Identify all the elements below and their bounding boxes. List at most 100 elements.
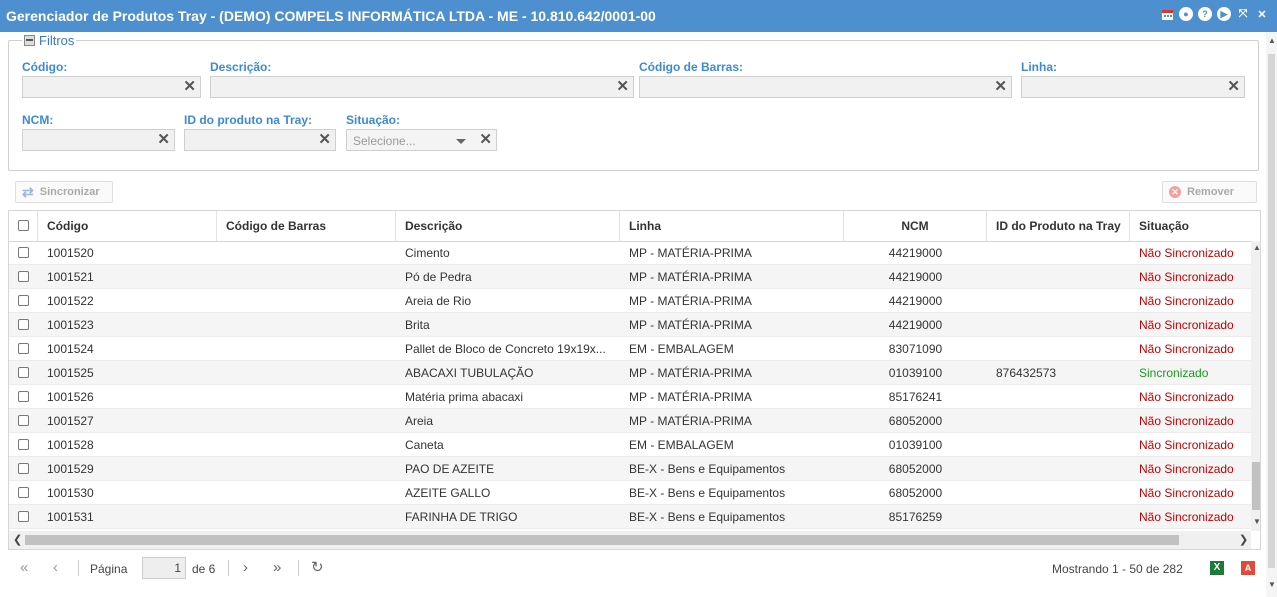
cell-ncm: 85176241 bbox=[888, 390, 943, 404]
sync-button[interactable]: ⇄ Sincronizar bbox=[15, 181, 113, 203]
scroll-down-icon[interactable]: ▼ bbox=[1253, 517, 1260, 526]
table-row[interactable]: 1001526 Matéria prima abacaxi MP - MATÉRIA… bbox=[9, 385, 1251, 409]
cell-linha: EM - EMBALAGEM bbox=[629, 438, 734, 452]
grid-vertical-scrollbar[interactable]: ▲ ▼ bbox=[1251, 241, 1260, 531]
cell-codigo-barras bbox=[226, 409, 396, 433]
row-checkbox[interactable] bbox=[18, 295, 29, 306]
table-row[interactable]: 1001523 Brita MP - MATÉRIA-PRIMA 44219000 Nã… bbox=[9, 313, 1251, 337]
header-situacao[interactable]: Situação bbox=[1130, 211, 1251, 241]
scroll-left-icon[interactable]: ❮ bbox=[13, 533, 22, 546]
page-number-input[interactable]: 1 bbox=[142, 557, 186, 579]
cell-descricao: Pallet de Bloco de Concreto 19x19x... bbox=[405, 342, 606, 356]
refresh-icon[interactable]: ↻ bbox=[311, 558, 324, 576]
row-checkbox[interactable] bbox=[18, 319, 29, 330]
grid-horizontal-scrollbar[interactable]: ❮ ❯ bbox=[9, 531, 1251, 549]
clear-icon[interactable]: ✕ bbox=[183, 79, 196, 95]
row-checkbox[interactable] bbox=[18, 367, 29, 378]
scroll-down-icon[interactable]: ▼ bbox=[1268, 580, 1276, 589]
first-page-icon[interactable]: « bbox=[20, 559, 28, 576]
id-tray-label: ID do produto na Tray: bbox=[184, 113, 312, 127]
prev-page-icon[interactable]: ‹ bbox=[53, 559, 58, 576]
cell-descricao: Areia de Rio bbox=[405, 294, 472, 308]
scroll-thumb[interactable] bbox=[1252, 462, 1260, 510]
minimize-icon[interactable]: ● bbox=[1179, 7, 1193, 21]
cell-ncm: 68052000 bbox=[888, 414, 943, 428]
help-icon[interactable]: ? bbox=[1198, 7, 1212, 21]
products-grid: Código Código de Barras Descrição Linha … bbox=[8, 210, 1261, 550]
descricao-input[interactable]: ✕ bbox=[210, 76, 634, 98]
header-descricao[interactable]: Descrição bbox=[396, 211, 620, 241]
fullscreen-icon[interactable]: ⤧ bbox=[1236, 7, 1250, 21]
cell-situacao: Não Sincronizado bbox=[1139, 342, 1234, 356]
header-linha[interactable]: Linha bbox=[620, 211, 844, 241]
row-checkbox[interactable] bbox=[18, 487, 29, 498]
table-row[interactable]: 1001530 AZEITE GALLO BE-X - Bens e Equipam… bbox=[9, 481, 1251, 505]
play-icon[interactable]: ▶ bbox=[1217, 7, 1231, 21]
row-checkbox[interactable] bbox=[18, 343, 29, 354]
row-checkbox[interactable] bbox=[18, 415, 29, 426]
clear-icon[interactable]: ✕ bbox=[1227, 79, 1240, 95]
cell-id-tray: 876432573 bbox=[996, 366, 1057, 380]
scroll-right-icon[interactable]: ❯ bbox=[1239, 533, 1248, 546]
codigo-barras-input[interactable]: ✕ bbox=[639, 76, 1012, 98]
calendar-icon[interactable] bbox=[1160, 7, 1174, 21]
excel-export-icon[interactable]: X bbox=[1210, 561, 1224, 575]
last-page-icon[interactable]: » bbox=[273, 559, 281, 576]
window-vertical-scrollbar[interactable]: ▲ ▼ bbox=[1266, 32, 1277, 597]
codigo-input[interactable]: ✕ bbox=[22, 76, 201, 98]
cell-ncm: 85176259 bbox=[888, 510, 943, 524]
row-checkbox[interactable] bbox=[18, 463, 29, 474]
close-icon[interactable]: ✕ bbox=[1255, 7, 1269, 21]
records-summary: Mostrando 1 - 50 de 282 bbox=[1052, 562, 1183, 576]
cell-linha: BE-X - Bens e Equipamentos bbox=[629, 462, 786, 476]
situacao-select[interactable]: Selecione... ✕ bbox=[346, 129, 497, 151]
cell-codigo: 1001531 bbox=[47, 510, 94, 524]
pdf-export-icon[interactable]: A bbox=[1241, 561, 1255, 575]
row-checkbox[interactable] bbox=[18, 271, 29, 282]
row-checkbox[interactable] bbox=[18, 391, 29, 402]
table-row[interactable]: 1001525 ABACAXI TUBULAÇÃO MP - MATÉRIA-PRI… bbox=[9, 361, 1251, 385]
cell-id-tray bbox=[996, 433, 1130, 457]
cell-ncm: 68052000 bbox=[888, 486, 943, 500]
table-row[interactable]: 1001531 FARINHA DE TRIGO BE-X - Bens e Equ… bbox=[9, 505, 1251, 529]
row-checkbox[interactable] bbox=[18, 511, 29, 522]
table-row[interactable]: 1001521 Pó de Pedra MP - MATÉRIA-PRIMA 4421… bbox=[9, 265, 1251, 289]
next-page-icon[interactable]: › bbox=[243, 559, 248, 576]
collapse-icon[interactable] bbox=[24, 35, 35, 46]
remove-icon: ✕ bbox=[1169, 186, 1181, 198]
chevron-down-icon[interactable] bbox=[456, 139, 466, 144]
cell-linha: BE-X - Bens e Equipamentos bbox=[629, 486, 786, 500]
scroll-thumb[interactable] bbox=[25, 535, 1179, 545]
clear-icon[interactable]: ✕ bbox=[616, 79, 629, 95]
clear-icon[interactable]: ✕ bbox=[318, 132, 331, 148]
ncm-input[interactable]: ✕ bbox=[22, 129, 175, 151]
cell-situacao: Não Sincronizado bbox=[1139, 294, 1234, 308]
row-checkbox[interactable] bbox=[18, 439, 29, 450]
cell-linha: MP - MATÉRIA-PRIMA bbox=[629, 366, 752, 380]
cell-id-tray bbox=[996, 289, 1130, 313]
table-row[interactable]: 1001522 Areia de Rio MP - MATÉRIA-PRIMA 442… bbox=[9, 289, 1251, 313]
linha-input[interactable]: ✕ bbox=[1021, 76, 1245, 98]
remove-button[interactable]: ✕ Remover bbox=[1162, 181, 1257, 203]
header-id-tray[interactable]: ID do Produto na Tray bbox=[987, 211, 1130, 241]
header-codigo-barras[interactable]: Código de Barras bbox=[217, 211, 396, 241]
select-all-checkbox[interactable] bbox=[18, 220, 29, 231]
scroll-up-icon[interactable]: ▲ bbox=[1268, 36, 1276, 45]
scroll-thumb[interactable] bbox=[1268, 54, 1275, 568]
table-row[interactable]: 1001527 Areia MP - MATÉRIA-PRIMA 68052000 Nã… bbox=[9, 409, 1251, 433]
clear-icon[interactable]: ✕ bbox=[157, 132, 170, 148]
row-checkbox[interactable] bbox=[18, 247, 29, 258]
scroll-up-icon[interactable]: ▲ bbox=[1253, 243, 1260, 252]
table-row[interactable]: 1001524 Pallet de Bloco de Concreto 19x19… bbox=[9, 337, 1251, 361]
header-ncm[interactable]: NCM bbox=[844, 211, 987, 241]
clear-icon[interactable]: ✕ bbox=[479, 132, 492, 148]
id-tray-input[interactable]: ✕ bbox=[184, 129, 336, 151]
table-row[interactable]: 1001520 Cimento MP - MATÉRIA-PRIMA 44219000… bbox=[9, 241, 1251, 265]
table-row[interactable]: 1001529 PAO DE AZEITE BE-X - Bens e Equipa… bbox=[9, 457, 1251, 481]
cell-codigo-barras bbox=[226, 361, 396, 385]
header-codigo[interactable]: Código bbox=[38, 211, 217, 241]
cell-id-tray bbox=[996, 481, 1130, 505]
filters-legend[interactable]: Filtros bbox=[22, 33, 77, 48]
clear-icon[interactable]: ✕ bbox=[994, 79, 1007, 95]
table-row[interactable]: 1001528 Caneta EM - EMBALAGEM 01039100 Não S… bbox=[9, 433, 1251, 457]
